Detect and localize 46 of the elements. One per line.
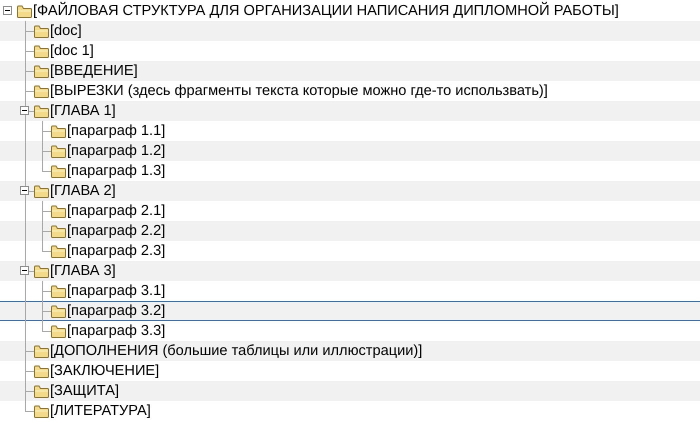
folder-icon: [34, 384, 49, 398]
collapse-button[interactable]: [20, 186, 29, 195]
folder-label[interactable]: [ФАЙЛОВАЯ СТРУКТУРА ДЛЯ ОРГАНИЗАЦИИ НАПИСАНИЯ ДИПЛОМНОЙ РАБОТЫ]: [33, 2, 619, 20]
folder-label[interactable]: [параграф 3.2]: [67, 302, 166, 320]
folder-icon: [34, 84, 49, 98]
folder-icon: [51, 224, 66, 238]
folder-label[interactable]: [параграф 1.3]: [67, 162, 166, 180]
folder-icon: [34, 404, 49, 418]
folder-label[interactable]: [ГЛАВА 1]: [50, 102, 116, 120]
folder-icon: [51, 244, 66, 258]
folder-icon: [34, 364, 49, 378]
folder-icon: [34, 44, 49, 58]
folder-icon: [34, 64, 49, 78]
folder-label[interactable]: [параграф 2.3]: [67, 242, 166, 260]
folder-icon: [51, 284, 66, 298]
collapse-button[interactable]: [20, 106, 29, 115]
folder-label[interactable]: [параграф 2.2]: [67, 222, 166, 240]
folder-label[interactable]: [ВВЕДЕНИЕ]: [50, 62, 138, 80]
folder-icon: [51, 124, 66, 138]
folder-icon: [34, 264, 49, 278]
folder-label[interactable]: [параграф 1.1]: [67, 122, 166, 140]
folder-label[interactable]: [ЗАЩИТА]: [50, 382, 119, 400]
folder-label[interactable]: [doc]: [50, 22, 82, 40]
folder-icon: [51, 324, 66, 338]
folder-label[interactable]: [ЛИТЕРАТУРА]: [50, 402, 151, 420]
folder-icon: [17, 4, 32, 18]
folder-label[interactable]: [параграф 3.1]: [67, 282, 166, 300]
folder-icon: [34, 344, 49, 358]
folder-label[interactable]: [параграф 2.1]: [67, 202, 166, 220]
folder-icon: [51, 304, 66, 318]
folder-icon: [51, 204, 66, 218]
folder-label[interactable]: [ГЛАВА 3]: [50, 262, 116, 280]
folder-label[interactable]: [doc 1]: [50, 42, 94, 60]
folder-icon: [51, 144, 66, 158]
collapse-button[interactable]: [20, 266, 29, 275]
folder-icon: [34, 104, 49, 118]
folder-icon: [34, 184, 49, 198]
folder-label[interactable]: [параграф 1.2]: [67, 142, 166, 160]
folder-label[interactable]: [ДОПОЛНЕНИЯ (большие таблицы или иллюстрации)]: [50, 342, 422, 360]
folder-label[interactable]: [ЗАКЛЮЧЕНИЕ]: [50, 362, 160, 380]
folder-icon: [51, 164, 66, 178]
folder-label[interactable]: [ГЛАВА 2]: [50, 182, 116, 200]
folder-icon: [34, 24, 49, 38]
collapse-button[interactable]: [3, 6, 12, 15]
folder-label[interactable]: [параграф 3.3]: [67, 322, 166, 340]
folder-label[interactable]: [ВЫРЕЗКИ (здесь фрагменты текста которые можно где-то использвать)]: [50, 82, 548, 100]
